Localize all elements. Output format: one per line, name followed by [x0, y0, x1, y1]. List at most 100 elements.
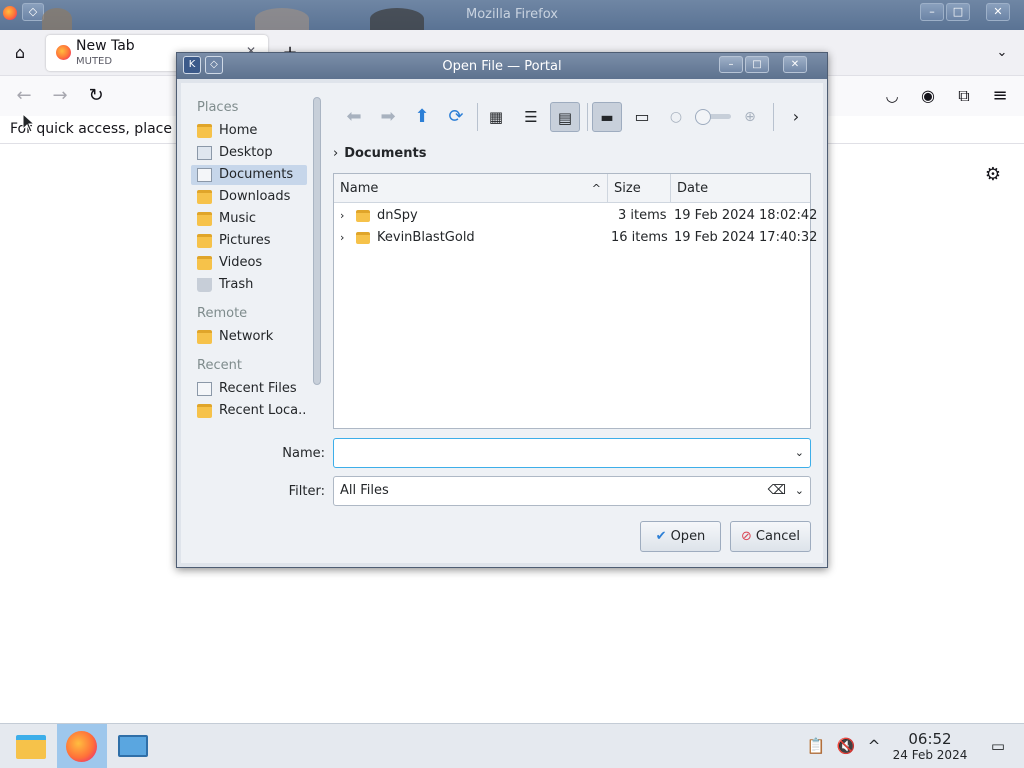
table-row[interactable]: › dnSpy 3 items 19 Feb 2024 18:02:42: [334, 205, 817, 227]
downloads-folder-icon: [197, 190, 212, 204]
expand-chevron-icon[interactable]: ›: [340, 227, 344, 249]
places-item-documents[interactable]: Documents: [191, 165, 307, 185]
dialog-minimize-button[interactable]: –: [719, 56, 743, 73]
show-desktop-icon[interactable]: ▭: [988, 736, 1008, 756]
file-date: 19 Feb 2024 18:02:42: [674, 208, 818, 223]
file-list[interactable]: Name ^ Size Date › dnSpy 3 items 19 Feb 2…: [333, 173, 817, 429]
places-item-recent-locations[interactable]: Recent Loca...: [191, 401, 307, 421]
places-item-downloads[interactable]: Downloads: [191, 187, 307, 207]
clear-filter-icon[interactable]: ⌫: [768, 477, 786, 505]
column-size-label: Size: [614, 181, 641, 196]
zoom-in-icon[interactable]: ⊕: [735, 102, 765, 132]
dialog-close-button[interactable]: ✕: [783, 56, 807, 73]
newtab-settings-gear-icon[interactable]: ⚙: [981, 163, 1005, 187]
details-view-button[interactable]: ▤: [550, 102, 580, 132]
taskbar: 📋 🔇 ^ 06:52 24 Feb 2024 ▭: [0, 723, 1024, 768]
file-list-header: Name ^ Size Date: [334, 174, 810, 203]
places-item-recent-files[interactable]: Recent Files: [191, 379, 307, 399]
places-item-label: Recent Loca...: [219, 403, 307, 418]
recent-heading: Recent: [197, 358, 242, 373]
open-file-dialog: K ◇ Open File — Portal – □ ✕ Places Home…: [176, 52, 828, 568]
cancel-button[interactable]: ⊘ Cancel: [730, 521, 811, 552]
places-item-pictures[interactable]: Pictures: [191, 231, 307, 251]
newtab-message: For quick access, place yo: [10, 121, 194, 137]
pictures-folder-icon: [197, 234, 212, 248]
open-button[interactable]: ✔ Open: [640, 521, 721, 552]
places-item-trash[interactable]: Trash: [191, 275, 307, 295]
sort-ascending-icon: ^: [591, 182, 601, 195]
reload-button[interactable]: ⟳: [441, 102, 471, 132]
close-button[interactable]: ✕: [986, 3, 1010, 21]
zoom-slider[interactable]: [695, 109, 731, 125]
icons-view-button[interactable]: ▦: [481, 102, 511, 132]
toolbar-separator: [773, 103, 774, 131]
breadcrumb[interactable]: › Documents: [333, 146, 426, 161]
more-tools-chevron-icon[interactable]: ›: [781, 102, 811, 132]
menu-icon[interactable]: ≡: [988, 84, 1012, 108]
name-dropdown-chevron-icon[interactable]: ⌄: [795, 439, 804, 467]
column-date[interactable]: Date: [671, 174, 810, 203]
clock[interactable]: 06:52 24 Feb 2024: [888, 731, 972, 763]
clipboard-icon[interactable]: 📋: [806, 736, 826, 756]
forward-button[interactable]: ➡: [373, 102, 403, 132]
filter-dropdown-chevron-icon[interactable]: ⌄: [795, 477, 804, 505]
forward-icon[interactable]: →: [48, 84, 72, 108]
places-item-network[interactable]: Network: [191, 327, 307, 347]
zoom-out-icon[interactable]: ○: [661, 102, 691, 132]
extensions-icon[interactable]: ⧉: [952, 84, 976, 108]
pocket-icon[interactable]: ◡: [880, 84, 904, 108]
name-input[interactable]: ⌄: [333, 438, 811, 468]
places-heading: Places: [197, 100, 239, 115]
column-size[interactable]: Size: [608, 174, 671, 203]
tab-overview-icon[interactable]: ⌂: [8, 41, 32, 65]
file-size: 16 items: [611, 230, 668, 245]
tab-muted-label: MUTED: [76, 56, 113, 67]
places-scrollbar[interactable]: [313, 97, 321, 385]
reload-icon[interactable]: ↻: [84, 84, 108, 108]
back-icon[interactable]: ←: [12, 84, 36, 108]
zoom-slider-handle[interactable]: [695, 109, 711, 125]
folder-icon: [356, 232, 370, 244]
places-item-label: Home: [219, 123, 258, 138]
maximize-button[interactable]: □: [946, 3, 970, 21]
breadcrumb-documents: Documents: [344, 146, 427, 161]
window-title: Mozilla Firefox: [466, 7, 558, 22]
places-item-music[interactable]: Music: [191, 209, 307, 229]
firefox-icon: [66, 731, 97, 762]
tray-expand-chevron-icon[interactable]: ^: [864, 736, 884, 756]
column-date-label: Date: [677, 181, 709, 196]
minimize-button[interactable]: –: [920, 3, 944, 21]
name-label: Name:: [282, 446, 325, 461]
task-file-manager[interactable]: [6, 724, 56, 768]
places-item-home[interactable]: Home: [191, 121, 307, 141]
account-icon[interactable]: ◉: [916, 84, 940, 108]
system-settings-icon: [118, 735, 148, 757]
volume-muted-icon[interactable]: 🔇: [836, 736, 856, 756]
filter-combobox[interactable]: All Files ⌫ ⌄: [333, 476, 811, 506]
breadcrumb-chevron-icon: ›: [333, 146, 339, 161]
places-item-label: Documents: [219, 167, 294, 182]
compact-view-button[interactable]: ☰: [516, 102, 546, 132]
back-button[interactable]: ⬅: [339, 102, 369, 132]
documents-icon: [197, 168, 212, 182]
task-system-settings[interactable]: [108, 724, 158, 768]
home-folder-icon: [197, 124, 212, 138]
places-item-label: Recent Files: [219, 381, 297, 396]
split-view-button[interactable]: ▭: [627, 102, 657, 132]
list-all-tabs-icon[interactable]: ⌄: [990, 41, 1014, 65]
preview-button[interactable]: ▬: [592, 102, 622, 132]
cancel-button-label: Cancel: [755, 529, 800, 544]
places-item-label: Videos: [219, 255, 263, 270]
parent-folder-button[interactable]: ⬆: [407, 102, 437, 132]
places-item-desktop[interactable]: Desktop: [191, 143, 307, 163]
task-firefox[interactable]: [57, 724, 107, 768]
remote-heading: Remote: [197, 306, 248, 321]
cancel-icon: ⊘: [741, 529, 752, 544]
table-row[interactable]: › KevinBlastGold 16 items 19 Feb 2024 17…: [334, 227, 817, 249]
expand-chevron-icon[interactable]: ›: [340, 205, 344, 227]
toolbar-separator: [587, 103, 588, 131]
places-item-videos[interactable]: Videos: [191, 253, 307, 273]
column-name[interactable]: Name ^: [334, 174, 608, 203]
dialog-maximize-button[interactable]: □: [745, 56, 769, 73]
filter-value: All Files: [340, 483, 389, 498]
